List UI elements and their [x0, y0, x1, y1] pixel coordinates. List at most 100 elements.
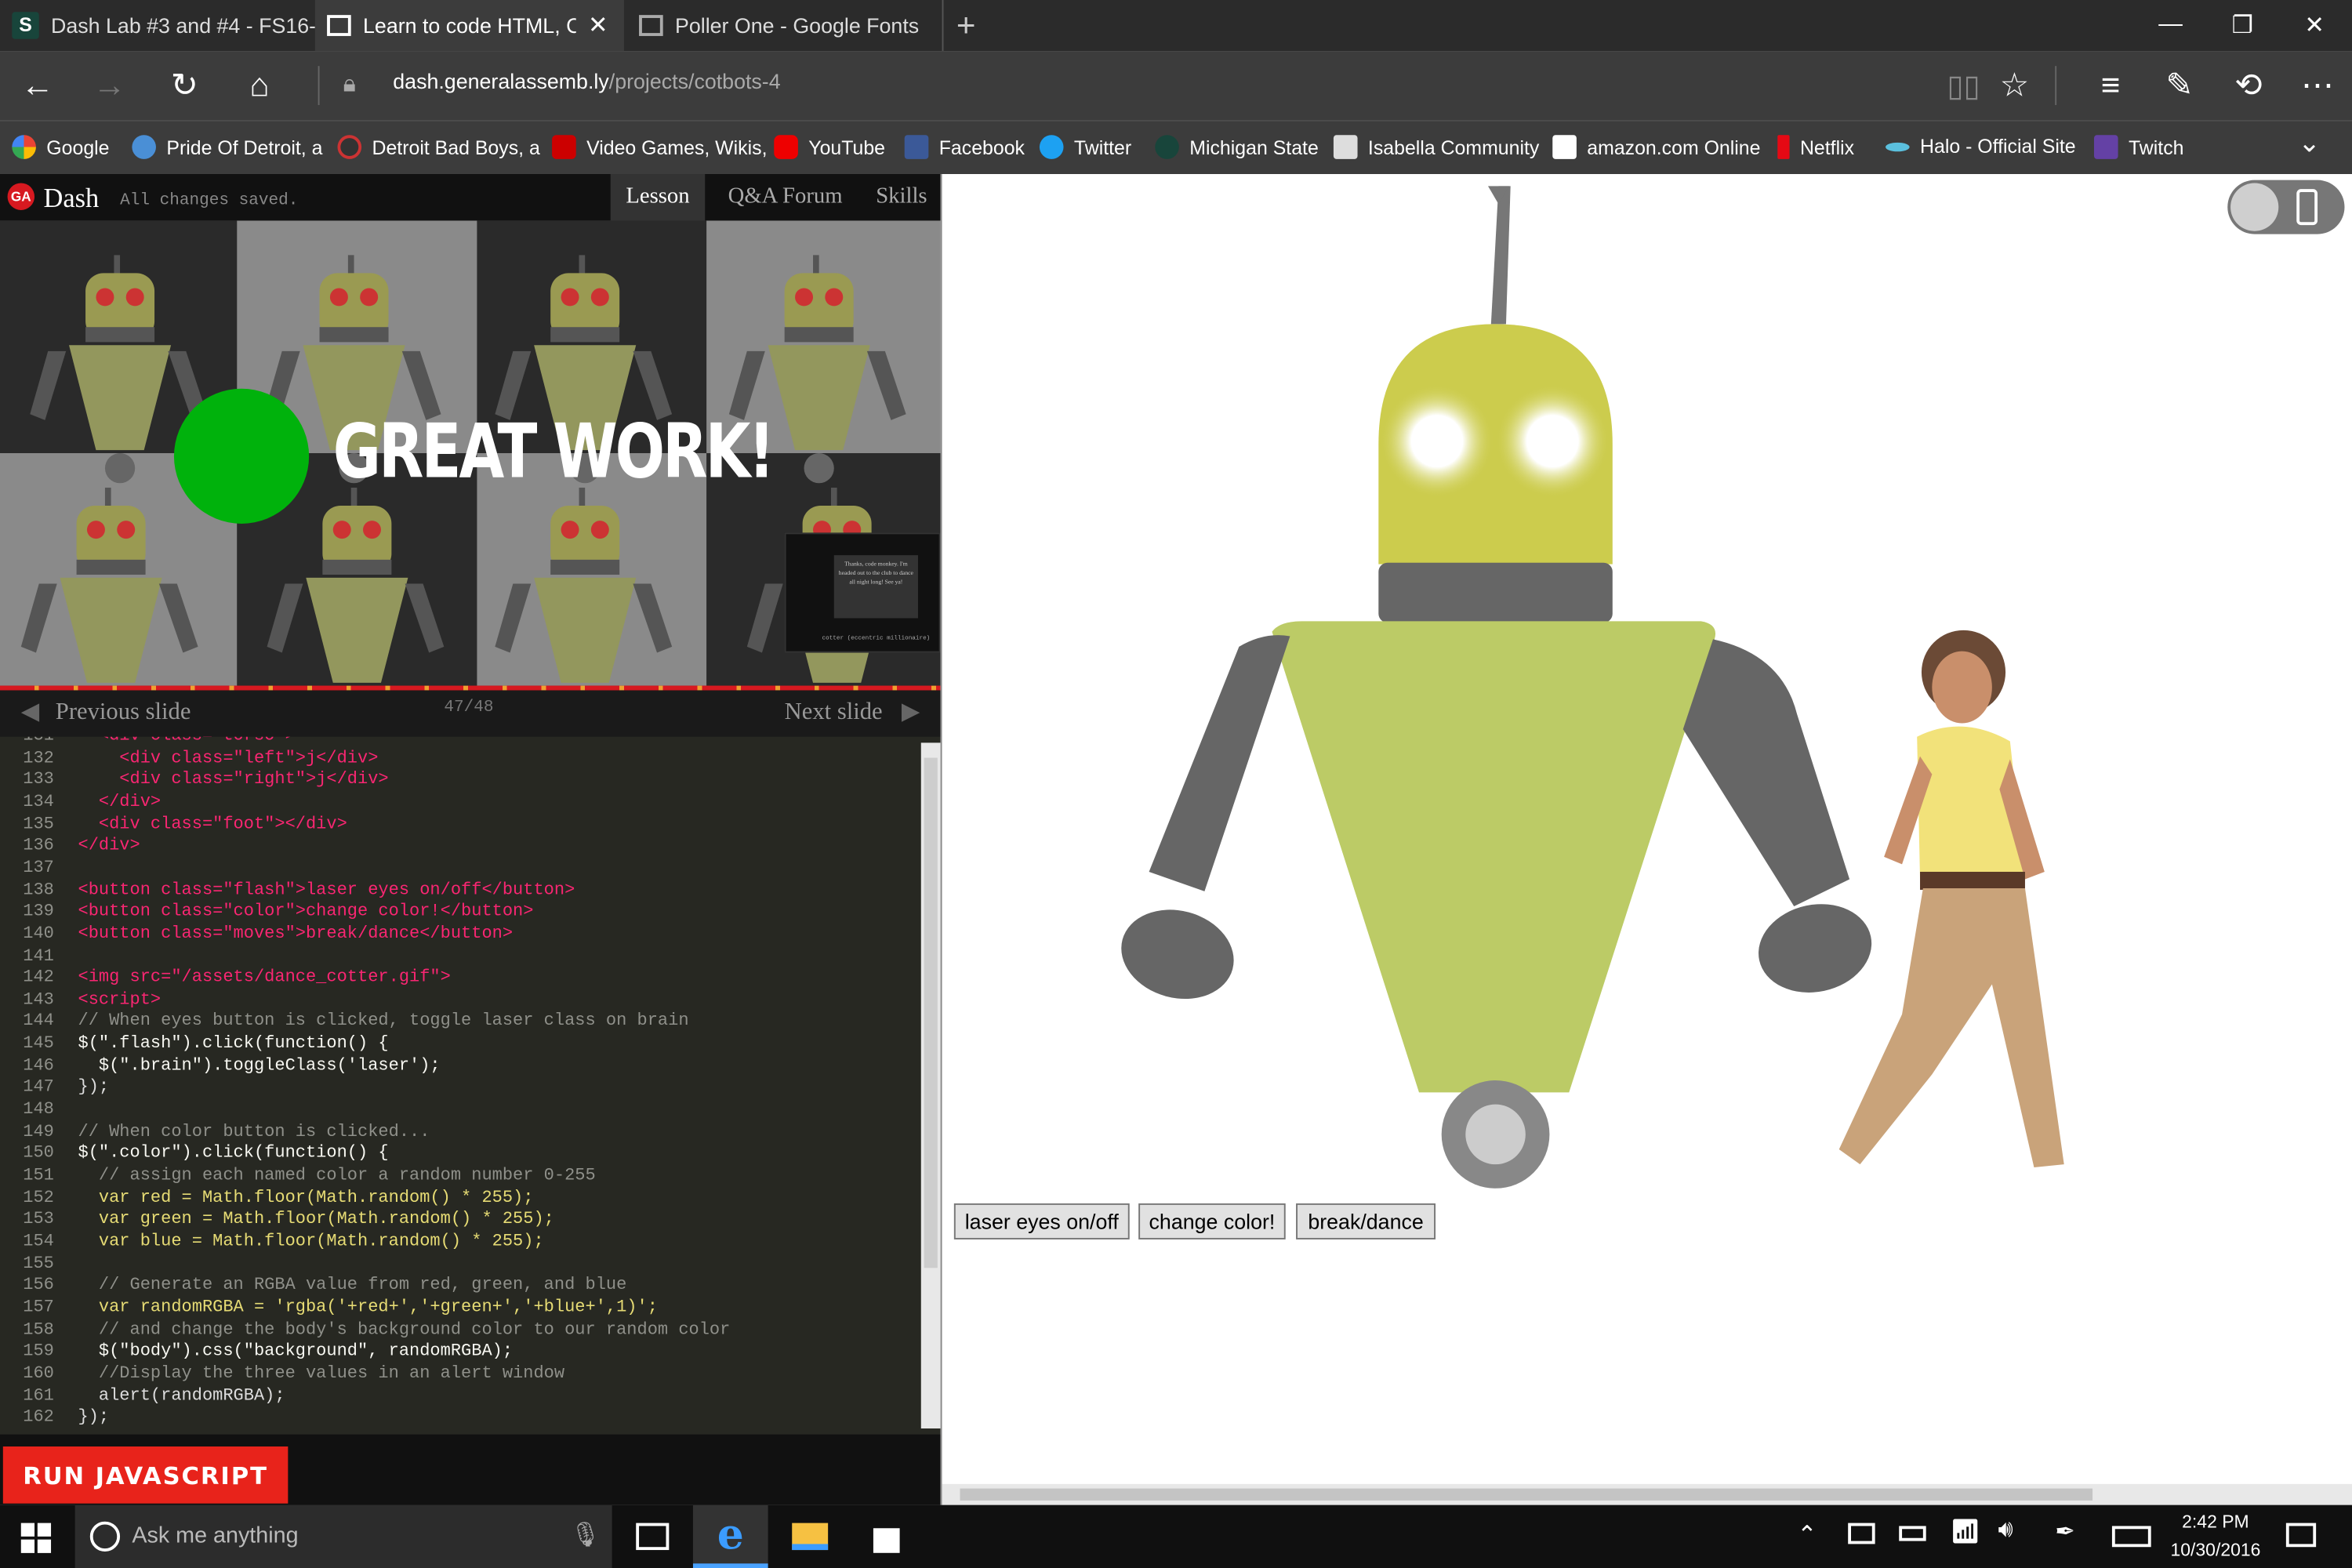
wifi-icon[interactable]: 📶︎: [1950, 1517, 1980, 1547]
code-text: <button class="moves">break/dance</butto…: [78, 924, 514, 944]
back-icon[interactable]: ←: [0, 51, 75, 120]
preview-scrollbar[interactable]: [942, 1483, 2352, 1505]
code-editor[interactable]: 131 <div class="torso">132 <div class="l…: [0, 736, 941, 1435]
prev-slide-button[interactable]: Previous slide: [56, 699, 191, 726]
new-tab-icon[interactable]: +: [931, 0, 1000, 51]
url-path: /projects/cotbots-4: [608, 69, 781, 93]
share-icon[interactable]: ⟲: [2211, 51, 2286, 120]
edge-icon[interactable]: e: [692, 1504, 768, 1568]
code-line: 149 // When color button is clicked...: [0, 1122, 915, 1144]
windows-taskbar: Ask me anything 🎙︎ e ⌃ 📶︎ 🔊︎ ✒ 2:42 PM 1…: [0, 1504, 2352, 1568]
web-note-icon[interactable]: ✎: [2142, 51, 2217, 120]
fav-google[interactable]: Google: [12, 135, 110, 159]
code-line: 152 var red = Math.floor(Math.random() *…: [0, 1188, 915, 1210]
code-line: 162});: [0, 1408, 915, 1430]
favorites-overflow-chevron-icon[interactable]: ⌄: [2298, 128, 2321, 159]
notifications-icon[interactable]: [2285, 1523, 2317, 1548]
tab-poller-one[interactable]: Poller One - Google Fonts: [627, 0, 942, 51]
tab-label: Learn to code HTML, CS: [363, 13, 576, 38]
laser-eyes-button[interactable]: laser eyes on/off: [953, 1203, 1130, 1240]
code-text: <div class="torso">: [63, 737, 296, 746]
fav-halo[interactable]: Halo - Official Site: [1886, 135, 2076, 158]
next-arrow-icon[interactable]: ▶: [902, 696, 920, 726]
clock-date[interactable]: 10/30/2016: [2160, 1540, 2271, 1561]
show-hidden-icons-chevron-icon[interactable]: ⌃: [1797, 1520, 1817, 1550]
tab-learn-to-code[interactable]: Learn to code HTML, CS ✕: [314, 0, 624, 52]
favorite-star-icon[interactable]: ☆: [1977, 51, 2053, 120]
wikia-icon: [552, 135, 576, 159]
change-color-button[interactable]: change color!: [1138, 1203, 1286, 1240]
forward-icon[interactable]: →: [72, 51, 147, 120]
fav-amazon[interactable]: amazon.com Online: [1552, 135, 1760, 159]
fav-video-games[interactable]: Video Games, Wikis,: [552, 135, 768, 159]
code-text: <script>: [78, 989, 162, 1010]
dash-header: GA Dash All changes saved. Lesson Q&A Fo…: [0, 174, 941, 221]
hub-icon[interactable]: ≡: [2073, 51, 2148, 120]
fav-twitch[interactable]: Twitch: [2093, 135, 2183, 159]
cortana-search[interactable]: Ask me anything 🎙︎: [74, 1504, 612, 1568]
action-icon[interactable]: [1848, 1523, 1875, 1544]
address-bar: ← → ↻ ⌂ 🔒︎ dash.generalassemb.ly/project…: [0, 51, 2352, 121]
tab-skills[interactable]: Skills: [864, 174, 939, 220]
robot-left-arm: [1149, 635, 1290, 891]
code-text: // When color button is clicked...: [78, 1121, 430, 1142]
page-icon: [327, 15, 351, 36]
fav-isabella-community[interactable]: Isabella Community: [1333, 135, 1539, 159]
browser-tab-bar: S Dash Lab #3 and #4 - FS16- Learn to co…: [0, 0, 2352, 52]
next-slide-button[interactable]: Next slide: [785, 699, 883, 726]
fav-netflix[interactable]: Netflix: [1777, 135, 1854, 159]
clock-time[interactable]: 2:42 PM: [2169, 1511, 2263, 1532]
minimize-icon[interactable]: —: [2136, 0, 2205, 51]
volume-icon[interactable]: 🔊︎: [1998, 1517, 2013, 1544]
task-view-icon[interactable]: [636, 1523, 670, 1551]
more-icon[interactable]: ⋯: [2280, 51, 2352, 120]
tab-lesson[interactable]: Lesson: [610, 174, 706, 221]
start-icon[interactable]: [20, 1523, 52, 1553]
fav-michigan-state[interactable]: Michigan State: [1155, 135, 1319, 159]
code-text: $("body").css("background", randomRGBA);: [78, 1341, 514, 1362]
fav-pride-of-detroit[interactable]: Pride Of Detroit, a: [132, 135, 322, 159]
slide-navigation: ◀ Previous slide 47/48 Next slide ▶: [0, 685, 941, 737]
code-line: 133 <div class="right">j</div>: [0, 770, 915, 792]
tab-dash-lab[interactable]: S Dash Lab #3 and #4 - FS16-: [0, 0, 315, 51]
code-text: </div>: [78, 836, 140, 856]
fav-facebook[interactable]: Facebook: [904, 135, 1025, 159]
line-number: 141: [23, 946, 54, 966]
code-text: $(".color").click(function() {: [78, 1144, 389, 1163]
code-line: 139 <button class="color">change color!</…: [0, 902, 915, 924]
break-dance-button[interactable]: break/dance: [1296, 1203, 1436, 1240]
close-window-icon[interactable]: ✕: [2280, 0, 2349, 51]
preview-pane: laser eyes on/off change color! break/da…: [940, 174, 2352, 1505]
slide-headline: GREAT WORK!: [332, 408, 775, 495]
url-field[interactable]: dash.generalassemb.ly/projects/cotbots-4: [393, 69, 780, 93]
close-tab-icon[interactable]: ✕: [588, 10, 608, 40]
run-javascript-button[interactable]: RUN JAVASCRIPT: [2, 1446, 289, 1504]
line-number: 137: [23, 858, 54, 878]
restore-icon[interactable]: ❐: [2208, 0, 2277, 51]
refresh-icon[interactable]: ↻: [147, 51, 223, 120]
prev-arrow-icon[interactable]: ◀: [21, 696, 40, 726]
code-text: <div class="left">j</div>: [78, 748, 379, 768]
favorites-bar: Google Pride Of Detroit, a Detroit Bad B…: [0, 120, 2352, 175]
fav-detroit-bad-boys[interactable]: Detroit Bad Boys, a: [337, 135, 540, 159]
code-text: });: [78, 1077, 110, 1098]
code-line: 135 <div class="foot"></div>: [0, 814, 915, 836]
tab-qa-forum[interactable]: Q&A Forum: [714, 174, 857, 220]
microphone-icon[interactable]: 🎙︎: [570, 1520, 601, 1550]
file-explorer-icon[interactable]: [792, 1523, 829, 1551]
fav-twitter[interactable]: Twitter: [1039, 135, 1131, 159]
store-icon[interactable]: [873, 1528, 900, 1553]
code-line: 137: [0, 858, 915, 880]
line-number: 147: [23, 1077, 54, 1098]
home-icon[interactable]: ⌂: [222, 51, 297, 120]
fav-youtube[interactable]: YouTube: [774, 135, 885, 159]
twitch-icon: [2093, 135, 2118, 159]
editor-scrollbar[interactable]: [920, 742, 941, 1429]
line-number: 150: [23, 1144, 54, 1163]
pen-icon[interactable]: ✒: [2055, 1517, 2075, 1547]
keyboard-icon[interactable]: [2111, 1526, 2151, 1548]
code-line: 134 </div>: [0, 792, 915, 814]
fav-label: Pride Of Detroit, a: [166, 136, 323, 158]
code-line: 142 <img src="/assets/dance_cotter.gif">: [0, 968, 915, 990]
battery-icon[interactable]: [1899, 1526, 1926, 1541]
